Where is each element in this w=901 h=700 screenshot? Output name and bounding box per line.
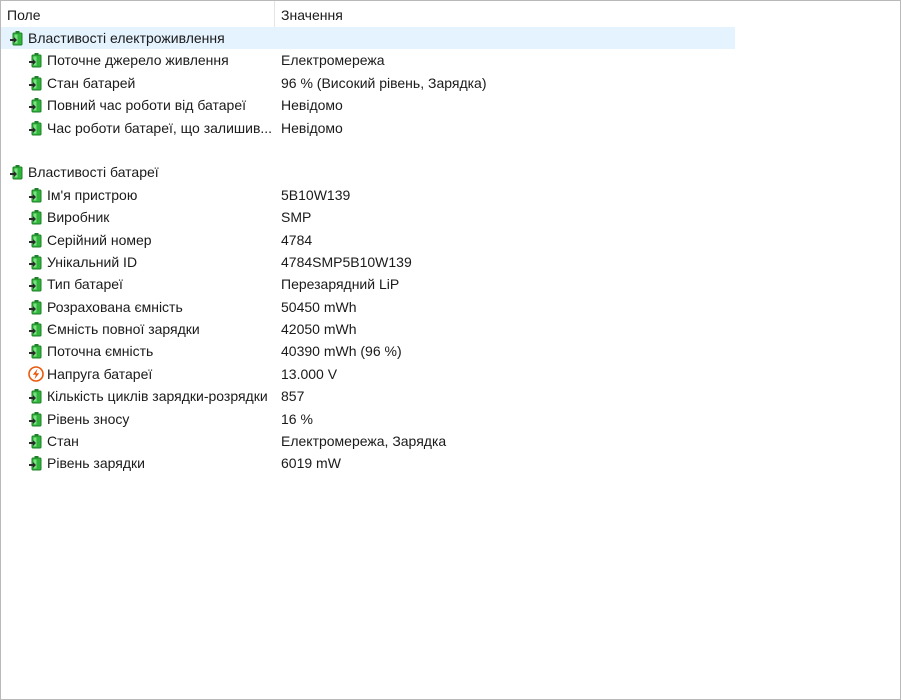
field-label: Стан батарей xyxy=(47,74,136,91)
field-value: 857 xyxy=(281,388,305,405)
group-row-power-properties[interactable]: Властивості електроживлення xyxy=(1,27,735,50)
field-label: Унікальний ID xyxy=(47,253,138,270)
group-title: Властивості батареї xyxy=(28,164,159,181)
field-value: Невідомо xyxy=(281,119,343,136)
voltage-icon xyxy=(28,366,44,382)
field-value: Електромережа xyxy=(281,52,385,69)
group-title: Властивості електроживлення xyxy=(28,30,225,46)
column-header-value[interactable]: Значення xyxy=(275,1,735,27)
properties-list: Властивості електроживлення Поточне джер… xyxy=(1,27,735,475)
field-value: 4784SMP5B10W139 xyxy=(281,253,412,270)
field-label: Час роботи батареї, що залишив... xyxy=(47,119,273,136)
list-item[interactable]: Виробник SMP xyxy=(1,206,735,228)
list-item[interactable]: Ім'я пристрою 5B10W139 xyxy=(1,184,735,206)
field-value: Перезарядний LiP xyxy=(281,276,400,293)
list-item[interactable]: Рівень зносу 16 % xyxy=(1,408,735,430)
list-item[interactable]: Стан Електромережа, Зарядка xyxy=(1,430,735,452)
list-item[interactable]: Унікальний ID 4784SMP5B10W139 xyxy=(1,251,735,273)
field-label: Виробник xyxy=(47,209,110,226)
battery-icon xyxy=(29,210,42,225)
list-item[interactable]: Ємність повної зарядки 42050 mWh xyxy=(1,318,735,340)
list-item[interactable]: Час роботи батареї, що залишив... Невідо… xyxy=(1,117,735,139)
field-label: Рівень зарядки xyxy=(47,455,145,472)
list-item[interactable]: Поточне джерело живлення Електромережа xyxy=(1,49,735,71)
field-value: 5B10W139 xyxy=(281,186,351,203)
field-value: 50450 mWh xyxy=(281,298,357,315)
battery-icon xyxy=(29,389,42,404)
field-value: 13.000 V xyxy=(281,365,338,382)
list-item[interactable]: Розрахована ємність 50450 mWh xyxy=(1,296,735,318)
field-value: Невідомо xyxy=(281,97,343,114)
column-header-field[interactable]: Поле xyxy=(1,1,275,27)
list-item[interactable]: Тип батареї Перезарядний LiP xyxy=(1,273,735,295)
field-label: Напруга батареї xyxy=(47,365,153,382)
field-label: Рівень зносу xyxy=(47,410,130,427)
list-item[interactable]: Поточна ємність 40390 mWh (96 %) xyxy=(1,340,735,362)
field-label: Поточна ємність xyxy=(47,343,154,360)
battery-icon xyxy=(29,98,42,113)
battery-icon xyxy=(29,53,42,68)
field-label: Повний час роботи від батареї xyxy=(47,97,246,114)
field-label: Тип батареї xyxy=(47,276,123,293)
field-label: Серійний номер xyxy=(47,231,152,248)
battery-icon xyxy=(29,299,42,315)
field-label: Стан xyxy=(47,433,79,450)
list-item[interactable]: Серійний номер 4784 xyxy=(1,229,735,251)
battery-icon xyxy=(29,75,42,91)
field-label: Ємність повної зарядки xyxy=(47,321,200,338)
list-header: Поле Значення xyxy=(1,1,735,28)
battery-icon xyxy=(29,254,42,270)
battery-icon xyxy=(29,434,42,449)
field-value: 16 % xyxy=(281,410,313,427)
field-label: Розрахована ємність xyxy=(47,298,183,315)
battery-icon xyxy=(29,322,42,337)
battery-icon xyxy=(29,411,42,427)
battery-icon xyxy=(29,277,42,292)
field-value: Електромережа, Зарядка xyxy=(281,433,447,450)
list-item[interactable]: Рівень зарядки 6019 mW xyxy=(1,452,735,474)
field-label: Кількість циклів зарядки-розрядки xyxy=(47,388,268,405)
list-item[interactable]: Кількість циклів зарядки-розрядки 857 xyxy=(1,385,735,407)
battery-icon xyxy=(10,31,23,46)
properties-panel: Поле Значення Властивості електроживленн… xyxy=(0,0,901,700)
field-value: 96 % (Високий рівень, Зарядка) xyxy=(281,74,487,91)
battery-icon xyxy=(29,120,42,136)
field-value: 40390 mWh (96 %) xyxy=(281,343,402,360)
field-value: SMP xyxy=(281,209,312,226)
battery-icon xyxy=(10,165,23,180)
field-value: 4784 xyxy=(281,231,313,248)
battery-icon xyxy=(29,232,42,248)
field-value: 6019 mW xyxy=(281,455,341,472)
list-item[interactable]: Напруга батареї 13.000 V xyxy=(1,363,735,385)
field-value: 42050 mWh xyxy=(281,321,357,338)
list-item[interactable]: Стан батарей 96 % (Високий рівень, Заряд… xyxy=(1,72,735,94)
list-item[interactable]: Повний час роботи від батареї Невідомо xyxy=(1,94,735,116)
battery-icon xyxy=(29,187,42,203)
field-label: Поточне джерело живлення xyxy=(47,52,229,69)
group-row-battery-properties[interactable]: Властивості батареї xyxy=(1,161,735,183)
battery-icon xyxy=(29,344,42,359)
battery-icon xyxy=(29,456,42,471)
field-label: Ім'я пристрою xyxy=(47,186,138,203)
